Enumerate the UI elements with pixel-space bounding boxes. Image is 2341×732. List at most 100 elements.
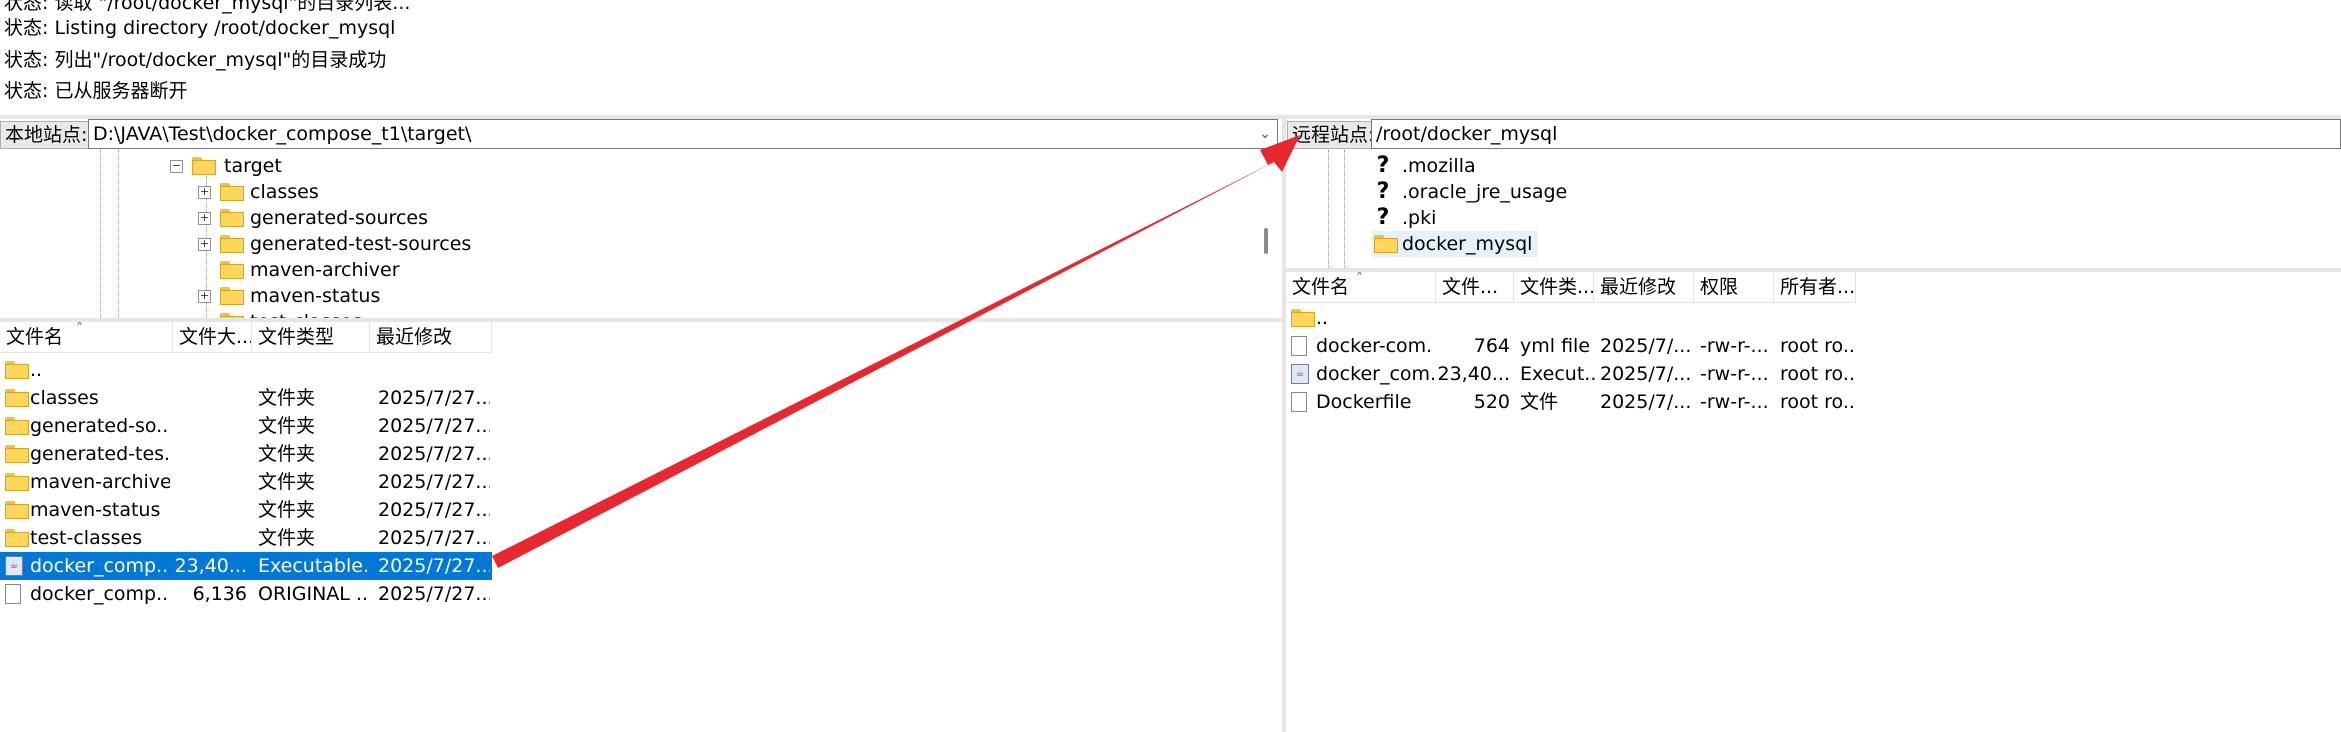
file-row[interactable]: maven-status 文件夹 2025/7/27... [0, 496, 492, 524]
folder-icon [220, 183, 244, 201]
column-header-owner[interactable]: 所有者... [1774, 272, 1856, 302]
tree-item-label: target [224, 155, 282, 177]
file-row[interactable]: test-classes 文件夹 2025/7/27... [0, 524, 492, 552]
column-label: 所有者... [1780, 276, 1856, 298]
file-modified: 2025/7/27... [378, 443, 490, 465]
column-header-name[interactable]: 文件名 ˄ [1286, 272, 1436, 302]
file-perms: -rw-r-... [1700, 363, 1769, 385]
folder-icon [5, 361, 29, 379]
file-size [173, 524, 247, 552]
file-size [173, 468, 247, 496]
column-header-permissions[interactable]: 权限 [1694, 272, 1774, 302]
file-size: 520 [1473, 391, 1510, 413]
file-row[interactable]: classes 文件夹 2025/7/27... [0, 384, 492, 412]
file-name: generated-so... [30, 415, 170, 437]
file-name: .. [30, 359, 43, 381]
file-icon [1291, 392, 1307, 412]
file-row[interactable]: .. [1286, 304, 1856, 332]
tree-item-label: .mozilla [1402, 155, 1476, 177]
file-modified: 2025/7/27... [378, 527, 490, 549]
local-file-list: 文件名 ˄ 文件大... 文件类型 最近修改 .. classes 文件夹 2025/7… [0, 322, 1282, 732]
jar-icon: ☕ [1291, 364, 1309, 384]
file-size [1436, 304, 1510, 332]
file-name: Dockerfile [1316, 391, 1412, 413]
tree-item-label: generated-sources [250, 207, 428, 229]
column-header-size[interactable]: 文件... [1436, 272, 1514, 302]
file-type [1520, 304, 1596, 332]
jar-icon: ☕ [5, 556, 23, 576]
local-path-value: D:\JAVA\Test\docker_compose_t1\target\ [93, 123, 472, 145]
file-modified [1600, 304, 1692, 332]
column-header-size[interactable]: 文件大... [173, 322, 252, 352]
remote-path-combobox[interactable]: /root/docker_mysql [1371, 119, 2341, 149]
tree-scrollbar[interactable] [1264, 228, 1268, 254]
collapse-icon[interactable]: − [170, 160, 183, 173]
file-type: 文件夹 [258, 443, 316, 465]
file-row[interactable]: generated-so... 文件夹 2025/7/27... [0, 412, 492, 440]
column-label: 最近修改 [376, 326, 453, 348]
column-header-name[interactable]: 文件名 ˄ [0, 322, 173, 352]
expand-icon[interactable]: + [198, 238, 211, 251]
file-row[interactable]: .. [0, 356, 492, 384]
file-size [173, 440, 247, 468]
file-row[interactable]: maven-archiver 文件夹 2025/7/27... [0, 468, 492, 496]
file-row[interactable]: generated-tes... 文件夹 2025/7/27... [0, 440, 492, 468]
local-path-combobox[interactable]: D:\JAVA\Test\docker_compose_t1\target\ ⌄ [88, 119, 1278, 149]
file-modified: 2025/7/... [1600, 363, 1692, 385]
chevron-down-icon[interactable]: ⌄ [1259, 120, 1271, 148]
expand-icon[interactable]: + [198, 290, 211, 303]
remote-site-label: 远程站点: [1287, 121, 1380, 149]
tree-item-label: generated-test-sources [250, 233, 472, 255]
local-site-label: 本地站点: [0, 121, 93, 149]
file-modified [378, 356, 490, 384]
remote-list-header: 文件名 ˄ 文件... 文件类... 最近修改 权限 所有者... [1286, 272, 1856, 303]
file-row[interactable]: docker-com... 764 yml file 2025/7/... -rw-r-… [1286, 332, 1856, 360]
file-type [258, 356, 368, 384]
file-row[interactable]: docker_comp... 6,136 ORIGINAL ... 2025/7/27… [0, 580, 492, 608]
file-type: ORIGINAL ... [258, 583, 368, 605]
column-header-type[interactable]: 文件类型 [252, 322, 370, 352]
file-row[interactable]: ☕ docker_comp...23,40... Executable... 2025… [0, 552, 492, 580]
column-label: 最近修改 [1600, 276, 1677, 298]
file-owner: root ro... [1780, 391, 1856, 413]
folder-icon [220, 209, 244, 227]
column-label: 文件... [1442, 276, 1499, 298]
remote-file-list: 文件名 ˄ 文件... 文件类... 最近修改 权限 所有者... .. docke… [1286, 272, 2341, 732]
folder-icon [220, 287, 244, 305]
unknown-folder-icon: ? [1376, 153, 1390, 178]
file-modified: 2025/7/27... [378, 415, 490, 437]
file-icon [1291, 336, 1307, 356]
file-name: classes [30, 387, 99, 409]
unknown-folder-icon: ? [1376, 205, 1390, 230]
expand-icon[interactable]: + [198, 186, 211, 199]
file-owner: root ro... [1780, 335, 1856, 357]
column-header-modified[interactable]: 最近修改 [370, 322, 492, 352]
file-row[interactable]: ☕ docker_com...23,40... Execut...2025/7/..… [1286, 360, 1856, 388]
local-directory-tree: − target + classes + generated-sources +… [0, 150, 1282, 318]
tree-item-docker-mysql[interactable]: docker_mysql [1372, 231, 1538, 257]
file-type: Executable... [258, 555, 368, 577]
file-name: test-classes [30, 527, 143, 549]
tree-item-label: docker_mysql [1402, 233, 1533, 255]
file-type: 文件夹 [258, 471, 316, 493]
column-label: 文件大... [179, 326, 252, 348]
file-name: maven-archiver [30, 471, 170, 493]
file-row[interactable]: Dockerfile 520 文件 2025/7/... -rw-r-... root r… [1286, 388, 1856, 416]
file-perms: -rw-r-... [1700, 391, 1769, 413]
file-name: .. [1316, 307, 1329, 329]
log-line: 状态: 已从服务器断开 [4, 80, 188, 102]
folder-icon [5, 473, 29, 491]
file-size [173, 496, 247, 524]
sort-up-icon: ˄ [76, 322, 83, 337]
file-size: 23,40... [174, 555, 247, 577]
expand-icon[interactable]: + [198, 212, 211, 225]
column-header-modified[interactable]: 最近修改 [1594, 272, 1694, 302]
file-type: 文件夹 [258, 499, 316, 521]
column-header-type[interactable]: 文件类... [1514, 272, 1594, 302]
file-size: 764 [1473, 335, 1510, 357]
column-label: 文件类型 [258, 326, 335, 348]
file-name: docker_comp... [30, 555, 170, 577]
unknown-folder-icon: ? [1376, 179, 1390, 204]
local-list-header: 文件名 ˄ 文件大... 文件类型 最近修改 [0, 322, 492, 353]
tree-item-label: .oracle_jre_usage [1402, 181, 1568, 203]
